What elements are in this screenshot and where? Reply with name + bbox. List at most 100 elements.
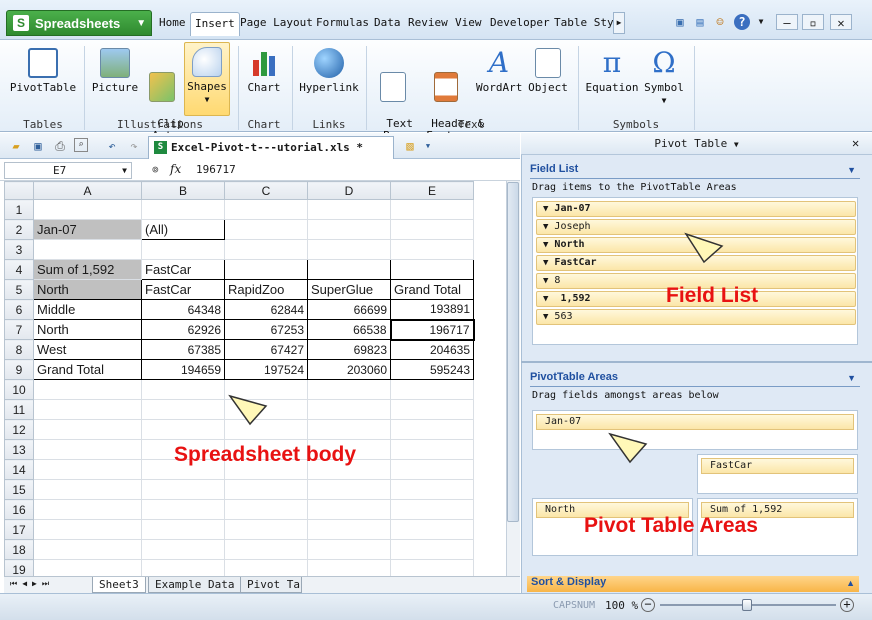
cell-A12[interactable]: [33, 419, 142, 440]
cell-D6[interactable]: 66699: [307, 299, 391, 320]
undo-icon[interactable]: ↶: [104, 138, 120, 154]
help-icon[interactable]: ?: [734, 14, 750, 30]
cell-E11[interactable]: [390, 399, 474, 420]
row-header[interactable]: 4: [4, 259, 34, 280]
cell-D16[interactable]: [307, 499, 391, 520]
row-header[interactable]: 13: [4, 439, 34, 460]
panel-splitter[interactable]: [521, 361, 872, 363]
cell-B12[interactable]: [141, 419, 225, 440]
object-button[interactable]: Object: [526, 44, 570, 114]
collapse-icon[interactable]: ▼: [847, 165, 856, 175]
close-icon[interactable]: ✕: [830, 14, 852, 30]
cell-C3[interactable]: [224, 239, 308, 260]
spreadsheet-grid[interactable]: A B C D E 1 2 Jan-07 (All) 3 4 Sum of 1,592 FastCar 5…: [4, 181, 506, 576]
cell-E2[interactable]: [390, 219, 474, 240]
cell-E8[interactable]: 204635: [390, 339, 474, 360]
sheet-tab-example-data[interactable]: Example Data: [148, 577, 242, 593]
cell-C17[interactable]: [224, 519, 308, 540]
users-icon[interactable]: ☺: [712, 14, 728, 30]
pivottable-button[interactable]: PivotTable: [8, 44, 78, 114]
scrollbar-thumb[interactable]: [507, 182, 519, 522]
cell-E10[interactable]: [390, 379, 474, 400]
cell-E9[interactable]: 595243: [390, 359, 474, 380]
restore-icon[interactable]: ▫: [802, 14, 824, 30]
chart-button[interactable]: Chart: [242, 44, 286, 114]
cell-B10[interactable]: [141, 379, 225, 400]
column-header[interactable]: D: [307, 181, 391, 200]
page-area-field[interactable]: Jan-07: [536, 414, 854, 430]
symbol-button[interactable]: Ω Symbol ▼: [640, 44, 688, 114]
print-preview-icon[interactable]: ⌕: [74, 138, 88, 152]
cell-E17[interactable]: [390, 519, 474, 540]
cell-C2[interactable]: [224, 219, 308, 240]
cell-E12[interactable]: [390, 419, 474, 440]
cell-B18[interactable]: [141, 539, 225, 560]
cell-B16[interactable]: [141, 499, 225, 520]
cell-C18[interactable]: [224, 539, 308, 560]
expand-icon[interactable]: ▲: [846, 578, 855, 588]
row-header[interactable]: 15: [4, 479, 34, 500]
chevron-down-icon[interactable]: ▼: [753, 14, 769, 30]
cell-A11[interactable]: [33, 399, 142, 420]
cell-D7[interactable]: 66538: [307, 319, 391, 340]
cell-D11[interactable]: [307, 399, 391, 420]
cell-C19[interactable]: [224, 559, 308, 576]
cell-E18[interactable]: [390, 539, 474, 560]
shapes-button[interactable]: Shapes ▼: [184, 42, 230, 116]
cell-A2[interactable]: Jan-07: [33, 219, 142, 240]
cell-A4[interactable]: Sum of 1,592: [33, 259, 142, 280]
cell-E7[interactable]: 196717: [389, 318, 475, 341]
column-area-field[interactable]: FastCar: [701, 458, 854, 474]
cell-A19[interactable]: [33, 559, 142, 576]
cell-B3[interactable]: [141, 239, 225, 260]
formula-input[interactable]: 196717: [196, 163, 236, 176]
pivot-areas-heading[interactable]: PivotTable Areas ▼: [530, 371, 860, 387]
tab-review[interactable]: Review: [404, 12, 452, 36]
field-list-heading[interactable]: Field List ▼: [530, 163, 860, 179]
collapse-icon[interactable]: ▼: [847, 373, 856, 383]
cell-B7[interactable]: 62926: [141, 319, 225, 340]
cell-C9[interactable]: 197524: [224, 359, 308, 380]
tab-data[interactable]: Data: [370, 12, 405, 36]
cell-A1[interactable]: [33, 199, 142, 220]
zoom-in-icon[interactable]: +: [840, 598, 854, 612]
field-item[interactable]: ▼ Jan-07: [536, 201, 856, 217]
row-header[interactable]: 7: [4, 319, 34, 340]
cell-A16[interactable]: [33, 499, 142, 520]
clip-art-button[interactable]: Clip Art: [144, 44, 184, 142]
cell-B8[interactable]: 67385: [141, 339, 225, 360]
minimize-icon[interactable]: –: [776, 14, 798, 30]
cell-A9[interactable]: Grand Total: [33, 359, 142, 380]
cell-D8[interactable]: 69823: [307, 339, 391, 360]
tab-developer[interactable]: Developer: [486, 12, 554, 36]
window-tile-icon[interactable]: ▣: [672, 14, 688, 30]
equation-button[interactable]: π Equation: [584, 44, 640, 114]
cell-E4[interactable]: [390, 259, 474, 280]
tab-scroll-right-icon[interactable]: ▶: [613, 12, 625, 34]
sheet-nav-arrows-icon[interactable]: ⏮◀▶⏭: [10, 579, 54, 589]
tab-view[interactable]: View: [451, 12, 486, 36]
row-header[interactable]: 2: [4, 219, 34, 240]
cell-E15[interactable]: [390, 479, 474, 500]
zoom-slider-thumb[interactable]: [742, 599, 752, 611]
row-header[interactable]: 16: [4, 499, 34, 520]
cell-D12[interactable]: [307, 419, 391, 440]
cell-E16[interactable]: [390, 499, 474, 520]
cell-E13[interactable]: [390, 439, 474, 460]
cell-B6[interactable]: 64348: [141, 299, 225, 320]
row-header[interactable]: 1: [4, 199, 34, 220]
cell-A18[interactable]: [33, 539, 142, 560]
cell-C7[interactable]: 67253: [224, 319, 308, 340]
row-header[interactable]: 3: [4, 239, 34, 260]
fx-icon[interactable]: fx: [170, 162, 181, 176]
text-box-button[interactable]: Text Box: [372, 44, 414, 142]
sheet-tab-sheet3[interactable]: Sheet3: [92, 577, 146, 593]
column-header[interactable]: A: [33, 181, 142, 200]
cell-B11[interactable]: [141, 399, 225, 420]
cell-A14[interactable]: [33, 459, 142, 480]
column-header[interactable]: E: [390, 181, 474, 200]
chevron-down-icon[interactable]: ▼: [420, 138, 436, 154]
cell-E19[interactable]: [390, 559, 474, 576]
cell-D19[interactable]: [307, 559, 391, 576]
cell-C4[interactable]: [224, 259, 308, 280]
